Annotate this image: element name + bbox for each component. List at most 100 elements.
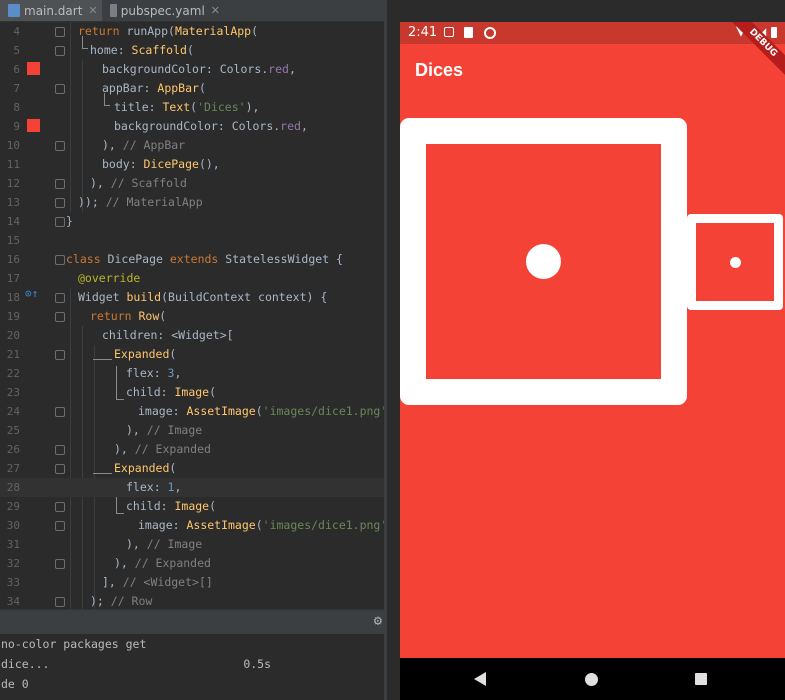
status-bar: 2:41 ▼ ◢ <box>400 22 785 44</box>
code-text: flex: 1, <box>126 480 182 494</box>
line-number: 12 <box>6 177 20 190</box>
code-line[interactable]: 16 class DicePage extends StatelessWidget… <box>0 250 384 269</box>
fold-marker-icon[interactable] <box>55 312 65 322</box>
fold-marker-icon[interactable] <box>55 350 65 360</box>
code-text: Expanded( <box>114 461 177 475</box>
code-text: )); // MaterialApp <box>78 195 203 209</box>
code-line[interactable]: 9 backgroundColor: Colors.red, <box>0 117 384 136</box>
ide-panel: main.dart ✕ pubspec.yaml ✕ 4 return runAp… <box>0 0 384 700</box>
sync-icon <box>484 27 496 39</box>
fold-marker-icon[interactable] <box>55 445 65 455</box>
code-editor[interactable]: 4 return runApp(MaterialApp(5 home: Scaffo… <box>0 22 384 609</box>
code-text: Expanded( <box>114 347 177 361</box>
code-line[interactable]: 34); // Row <box>0 592 384 609</box>
code-line[interactable]: 24 image: AssetImage('images/dice1.png'), <box>0 402 384 421</box>
fold-marker-icon[interactable] <box>55 198 65 208</box>
code-line[interactable]: 12), // Scaffold <box>0 174 384 193</box>
code-line[interactable]: 22 flex: 3, <box>0 364 384 383</box>
override-gutter-icon[interactable]: ⊙↑ <box>25 287 38 300</box>
line-number: 20 <box>6 329 20 342</box>
fold-marker-icon[interactable] <box>55 293 65 303</box>
color-swatch-red[interactable] <box>27 62 40 75</box>
code-line[interactable]: 31), // Image <box>0 535 384 554</box>
code-line[interactable]: 8 title: Text('Dices'), <box>0 98 384 117</box>
code-line[interactable]: 28 flex: 1, <box>0 478 384 497</box>
line-number: 33 <box>6 576 20 589</box>
console-line: dice... 0.5s <box>1 657 272 671</box>
fold-marker-icon[interactable] <box>55 502 65 512</box>
console-line: de 0 <box>1 677 29 691</box>
code-line[interactable]: 30 image: AssetImage('images/dice1.png'), <box>0 516 384 535</box>
code-line[interactable]: 10), // AppBar <box>0 136 384 155</box>
code-line[interactable]: 5 home: Scaffold( <box>0 41 384 60</box>
code-text: ), // AppBar <box>102 138 186 152</box>
tool-window-header: ⚙ <box>0 609 384 634</box>
close-icon[interactable]: ✕ <box>211 4 220 17</box>
code-text: } <box>66 214 73 228</box>
code-line[interactable]: 33], // <Widget>[] <box>0 573 384 592</box>
code-line[interactable]: 4 return runApp(MaterialApp( <box>0 22 384 41</box>
app-bar: Dices <box>400 44 785 96</box>
home-button[interactable] <box>571 658 611 700</box>
code-line[interactable]: 27 Expanded( <box>0 459 384 478</box>
back-triangle-icon <box>474 672 486 686</box>
code-text: body: DicePage(), <box>102 157 220 171</box>
notification-icon <box>444 27 454 37</box>
code-line[interactable]: 25), // Image <box>0 421 384 440</box>
code-text: children: <Widget>[ <box>102 328 234 342</box>
line-number: 18 <box>6 291 20 304</box>
tab-pubspec-yaml[interactable]: pubspec.yaml ✕ <box>102 0 220 21</box>
code-line[interactable]: 11 body: DicePage(), <box>0 155 384 174</box>
code-line[interactable]: 18 Widget build(BuildContext context) { <box>0 288 384 307</box>
line-number: 22 <box>6 367 20 380</box>
line-number: 15 <box>6 234 20 247</box>
code-text: image: AssetImage('images/dice1.png'), <box>138 404 384 418</box>
fold-marker-icon[interactable] <box>55 84 65 94</box>
recents-button[interactable] <box>681 658 721 700</box>
fold-marker-icon[interactable] <box>55 217 65 227</box>
fold-marker-icon[interactable] <box>55 179 65 189</box>
line-number: 21 <box>6 348 20 361</box>
fold-marker-icon[interactable] <box>55 559 65 569</box>
tab-main-dart[interactable]: main.dart ✕ <box>0 0 102 21</box>
close-icon[interactable]: ✕ <box>88 4 97 17</box>
line-number: 24 <box>6 405 20 418</box>
code-line[interactable]: 14} <box>0 212 384 231</box>
dice-pip <box>730 257 741 268</box>
code-line[interactable]: 26), // Expanded <box>0 440 384 459</box>
code-line[interactable]: 20 children: <Widget>[ <box>0 326 384 345</box>
code-line[interactable]: 7 appBar: AppBar( <box>0 79 384 98</box>
code-line[interactable]: 21 Expanded( <box>0 345 384 364</box>
code-line[interactable]: 23 child: Image( <box>0 383 384 402</box>
app-bar-title: Dices <box>415 60 464 80</box>
recents-square-icon <box>695 673 707 685</box>
gear-icon[interactable]: ⚙ <box>374 613 382 629</box>
line-number: 28 <box>6 481 20 494</box>
code-text: flex: 3, <box>126 366 182 380</box>
tab-label: main.dart <box>24 3 83 18</box>
code-line[interactable]: 17 @override <box>0 269 384 288</box>
back-button[interactable] <box>460 658 500 700</box>
fold-marker-icon[interactable] <box>55 407 65 417</box>
color-swatch-red[interactable] <box>27 119 40 132</box>
fold-marker-icon[interactable] <box>55 27 65 37</box>
home-circle-icon <box>584 672 598 686</box>
fold-marker-icon[interactable] <box>55 141 65 151</box>
code-text: appBar: AppBar( <box>102 81 206 95</box>
dice-image-small <box>687 214 783 310</box>
code-line[interactable]: 6 backgroundColor: Colors.red, <box>0 60 384 79</box>
fold-marker-icon[interactable] <box>55 521 65 531</box>
code-text: ), // Expanded <box>114 442 211 456</box>
code-line[interactable]: 13)); // MaterialApp <box>0 193 384 212</box>
line-number: 32 <box>6 557 20 570</box>
fold-marker-icon[interactable] <box>55 464 65 474</box>
fold-marker-icon[interactable] <box>55 255 65 265</box>
fold-marker-icon[interactable] <box>55 46 65 56</box>
line-number: 27 <box>6 462 20 475</box>
code-line[interactable]: 19 return Row( <box>0 307 384 326</box>
code-line[interactable]: 15 <box>0 231 384 250</box>
fold-marker-icon[interactable] <box>55 597 65 607</box>
code-line[interactable]: 29 child: Image( <box>0 497 384 516</box>
run-console[interactable]: no-color packages get dice... 0.5s de 0 <box>0 634 384 700</box>
code-line[interactable]: 32), // Expanded <box>0 554 384 573</box>
